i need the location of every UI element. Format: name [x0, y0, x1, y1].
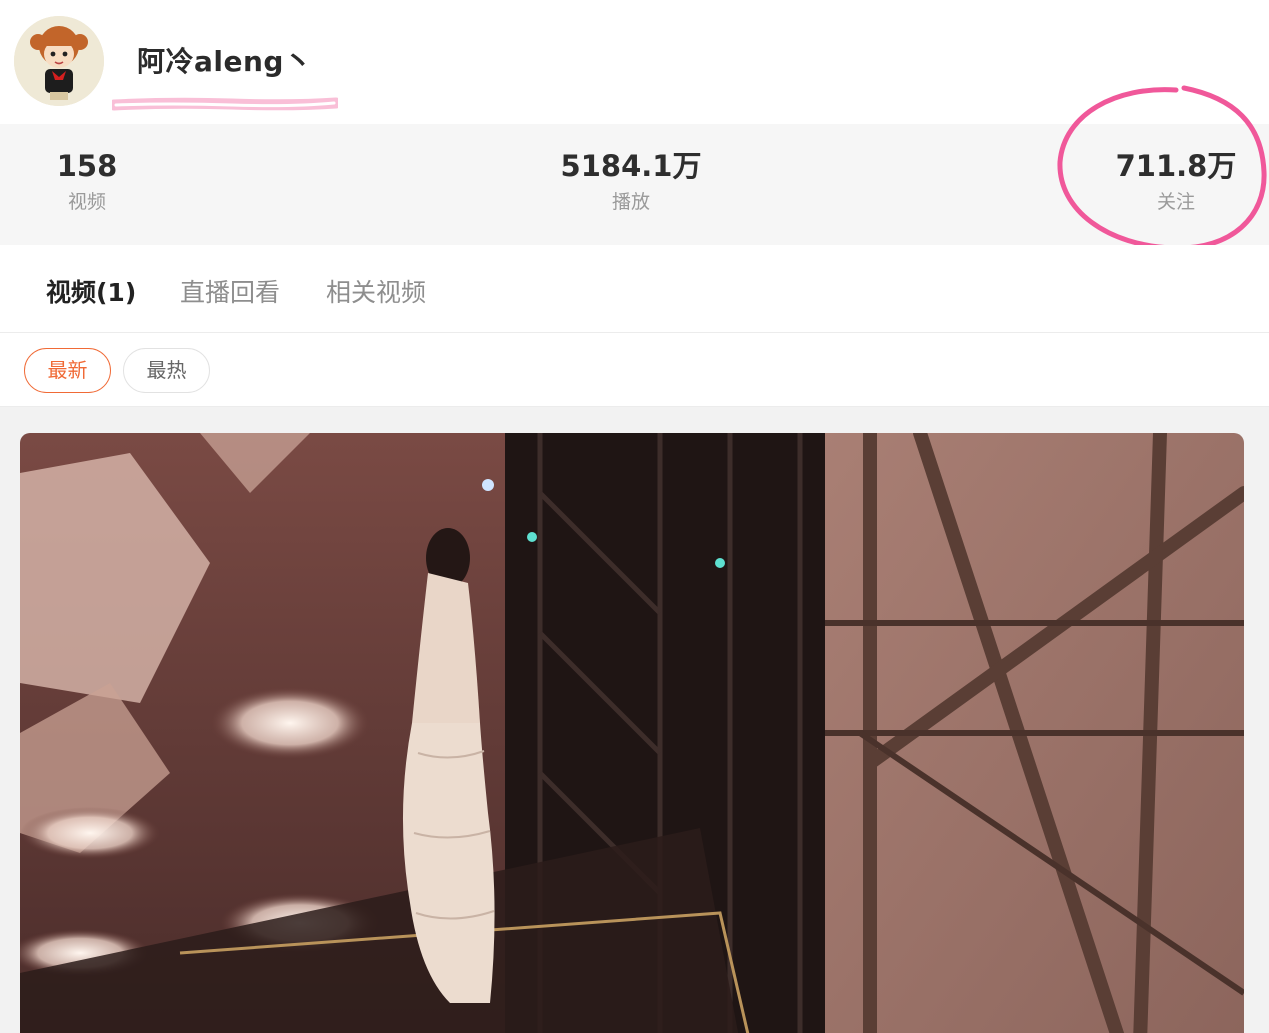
- username[interactable]: 阿冷aleng丶: [137, 40, 312, 80]
- avatar-cartoon-icon: [14, 16, 104, 106]
- stat-plays-label: 播放: [611, 191, 650, 213]
- pink-circle-annotation: [1057, 85, 1267, 251]
- stat-videos-count: 158: [56, 149, 118, 183]
- tab-live-replay[interactable]: 直播回看: [180, 273, 280, 309]
- video-list: [0, 407, 1269, 1033]
- sort-filter-bar: 最新 最热: [0, 333, 1269, 407]
- stage-photo-image: [20, 433, 1244, 1033]
- tab-videos[interactable]: 视频(1): [46, 273, 136, 309]
- video-thumbnail[interactable]: [20, 433, 1244, 1033]
- stat-plays-count: 5184.1万: [560, 149, 702, 183]
- tab-bar: 视频(1) 直播回看 相关视频: [0, 245, 1269, 333]
- stat-videos[interactable]: 158 视频: [40, 148, 134, 214]
- filter-hottest-button[interactable]: 最热: [123, 348, 210, 393]
- stat-videos-label: 视频: [67, 191, 106, 213]
- filter-newest-button[interactable]: 最新: [24, 348, 111, 393]
- avatar[interactable]: [14, 16, 104, 106]
- pink-underline-annotation: [112, 97, 338, 111]
- stat-plays: 5184.1万 播放: [551, 148, 711, 214]
- tab-related-videos[interactable]: 相关视频: [326, 273, 426, 309]
